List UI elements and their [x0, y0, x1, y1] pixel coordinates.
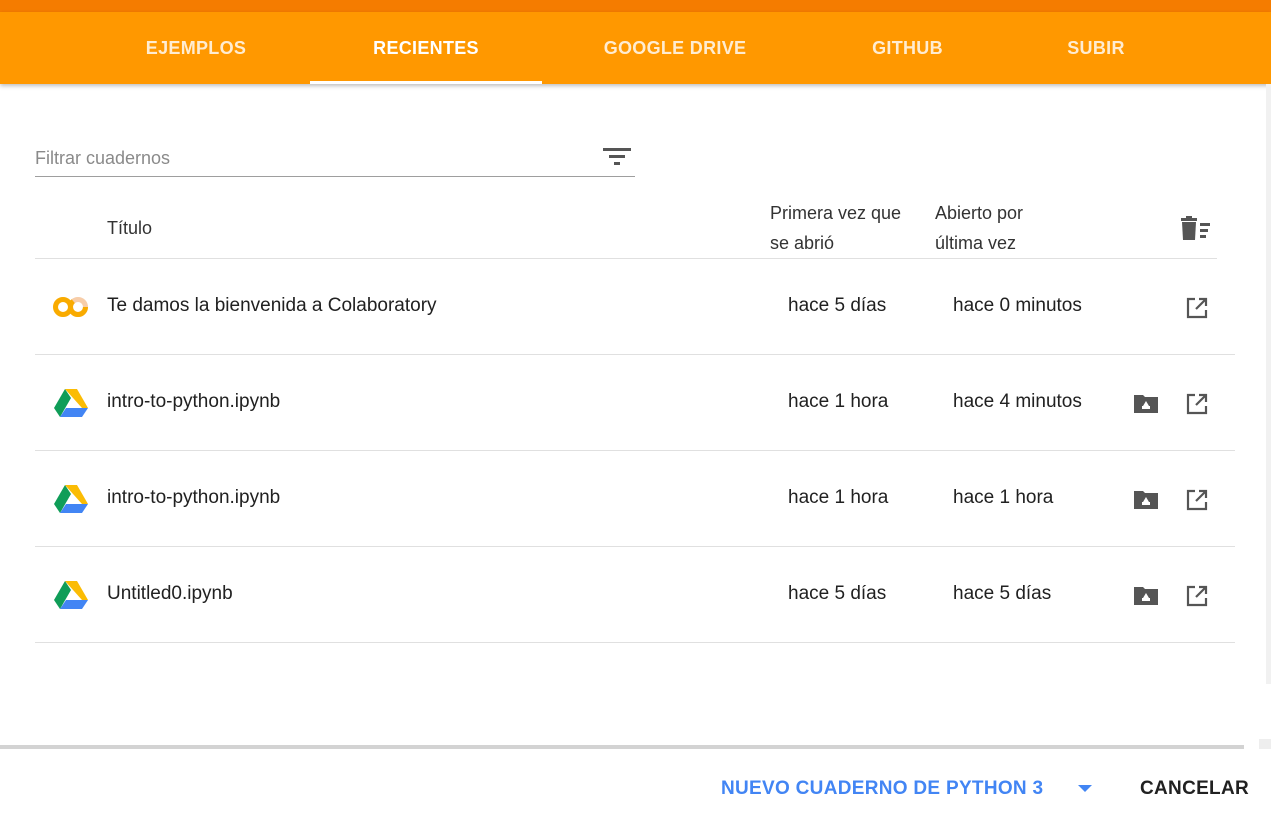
filter-field — [35, 140, 635, 177]
first-opened-value: hace 1 hora — [788, 391, 889, 412]
first-opened-value: hace 1 hora — [788, 487, 889, 508]
column-header-first-opened-line1: Primera vez que — [770, 203, 902, 223]
notebook-title: Untitled0.ipynb — [107, 583, 233, 604]
tab-recientes[interactable]: RECIENTES — [310, 12, 542, 84]
open-notebook-dialog: EJEMPLOS RECIENTES GOOGLE DRIVE GITHUB S… — [0, 0, 1271, 831]
new-python3-notebook-button[interactable]: NUEVO CUADERNO DE PYTHON 3 — [721, 772, 1043, 806]
column-header-first-opened-line2: se abrió — [770, 233, 835, 253]
first-opened-value: hace 5 días — [788, 295, 887, 316]
table-row[interactable]: intro-to-python.ipynb hace 1 hora hace 1… — [35, 451, 1235, 547]
open-in-new-tab-icon[interactable] — [1185, 392, 1209, 416]
colab-logo-icon — [53, 297, 88, 317]
last-opened-value: hace 5 días — [953, 583, 1052, 604]
cancel-button[interactable]: CANCELAR — [1140, 772, 1249, 806]
open-in-new-tab-icon[interactable] — [1185, 584, 1209, 608]
dropdown-arrow-icon[interactable] — [1074, 780, 1096, 798]
table-header: Título Primera vez que se abrió Abierto … — [35, 196, 1217, 259]
column-header-first-opened[interactable]: Primera vez que se abrió — [770, 198, 920, 258]
tab-github[interactable]: GITHUB — [845, 12, 970, 84]
last-opened-value: hace 1 hora — [953, 487, 1054, 508]
drive-folder-icon[interactable] — [1133, 392, 1159, 414]
tab-ejemplos[interactable]: EJEMPLOS — [120, 12, 272, 84]
column-header-title[interactable]: Título — [107, 213, 152, 243]
table-row[interactable]: Untitled0.ipynb hace 5 días hace 5 días — [35, 547, 1235, 643]
table-row[interactable]: intro-to-python.ipynb hace 1 hora hace 4… — [35, 355, 1235, 451]
open-in-new-tab-icon[interactable] — [1185, 296, 1209, 320]
last-opened-value: hace 0 minutos — [953, 295, 1082, 316]
open-in-new-tab-icon[interactable] — [1185, 488, 1209, 512]
tab-subir[interactable]: SUBIR — [1050, 12, 1142, 84]
delete-sweep-icon[interactable] — [1180, 216, 1212, 242]
google-drive-icon — [54, 389, 88, 417]
footer-divider — [0, 745, 1244, 749]
filter-notebooks-input[interactable] — [35, 144, 575, 172]
table-row[interactable]: Te damos la bienvenida a Colaboratory ha… — [35, 259, 1235, 355]
notebook-title: intro-to-python.ipynb — [107, 391, 281, 412]
scrollbar-corner — [1259, 739, 1271, 749]
google-drive-icon — [54, 485, 88, 513]
column-header-last-opened-line1: Abierto por — [935, 203, 1024, 223]
last-opened-value: hace 4 minutos — [953, 391, 1082, 412]
notebook-title: intro-to-python.ipynb — [107, 487, 281, 508]
filter-list-icon[interactable] — [603, 146, 631, 168]
tab-bar: EJEMPLOS RECIENTES GOOGLE DRIVE GITHUB S… — [0, 12, 1271, 84]
first-opened-value: hace 5 días — [788, 583, 887, 604]
header-top-strip — [0, 0, 1271, 12]
column-header-last-opened[interactable]: Abierto por última vez — [935, 198, 1085, 258]
column-header-last-opened-line2: última vez — [935, 233, 1017, 253]
google-drive-icon — [54, 581, 88, 609]
scrollbar-track[interactable] — [1266, 84, 1271, 684]
drive-folder-icon[interactable] — [1133, 584, 1159, 606]
tab-google-drive[interactable]: GOOGLE DRIVE — [580, 12, 770, 84]
drive-folder-icon[interactable] — [1133, 488, 1159, 510]
notebook-title: Te damos la bienvenida a Colaboratory — [107, 295, 437, 316]
